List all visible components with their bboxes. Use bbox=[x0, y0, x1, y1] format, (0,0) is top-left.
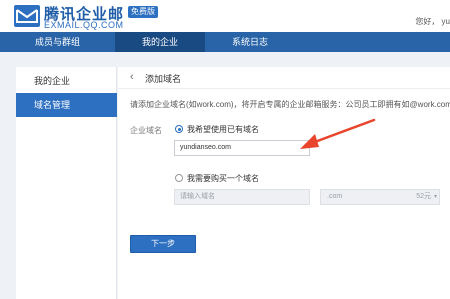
edition-badge: 免费版 bbox=[128, 6, 158, 18]
annotation-arrow bbox=[300, 118, 376, 149]
existing-domain-radio[interactable] bbox=[175, 125, 183, 133]
main-nav: 成员与群组 我的企业 系统日志 bbox=[0, 32, 450, 52]
buy-domain-radio[interactable] bbox=[175, 174, 183, 182]
page-header: ‹ 添加域名 bbox=[118, 67, 450, 89]
domain-suffix-select[interactable]: .com 52元 ▾ bbox=[320, 189, 440, 205]
intro-text: 请添加企业域名(如work.com)，将开启专属的企业邮箱服务：公司员工即拥有如… bbox=[130, 100, 450, 109]
domain-price: 52元 bbox=[416, 193, 431, 200]
brand-domain: EXMAIL.QQ.COM bbox=[44, 20, 124, 30]
page-title: 添加域名 bbox=[145, 74, 182, 84]
existing-domain-label[interactable]: 我希望使用已有域名 bbox=[187, 124, 259, 135]
top-header: 腾讯企业邮 免费版 EXMAIL.QQ.COM 您好， yu bbox=[0, 0, 450, 32]
next-step-button[interactable]: 下一步 bbox=[130, 235, 196, 253]
tab-system-log[interactable]: 系统日志 bbox=[205, 32, 295, 52]
mail-logo-icon bbox=[14, 5, 40, 27]
sidebar-item-domain-management[interactable]: 域名管理 bbox=[16, 93, 117, 117]
sidebar-item-my-enterprise[interactable]: 我的企业 bbox=[16, 69, 117, 93]
chevron-left-icon[interactable]: ‹ bbox=[130, 71, 134, 83]
chevron-down-icon: ▾ bbox=[433, 194, 437, 200]
domain-suffix: .com bbox=[327, 193, 343, 200]
main-panel: ‹ 添加域名 请添加企业域名(如work.com)，将开启专属的企业邮箱服务：公… bbox=[118, 67, 450, 299]
user-greeting[interactable]: 您好， yu bbox=[415, 16, 450, 27]
buy-domain-input[interactable]: 请输入域名 bbox=[174, 189, 310, 205]
tab-members-groups[interactable]: 成员与群组 bbox=[0, 32, 115, 52]
tab-my-enterprise[interactable]: 我的企业 bbox=[115, 32, 205, 52]
buy-domain-label[interactable]: 我需要购买一个域名 bbox=[187, 173, 259, 184]
domain-form-label: 企业域名 bbox=[130, 126, 162, 135]
sidebar: 我的企业 域名管理 bbox=[16, 67, 117, 299]
